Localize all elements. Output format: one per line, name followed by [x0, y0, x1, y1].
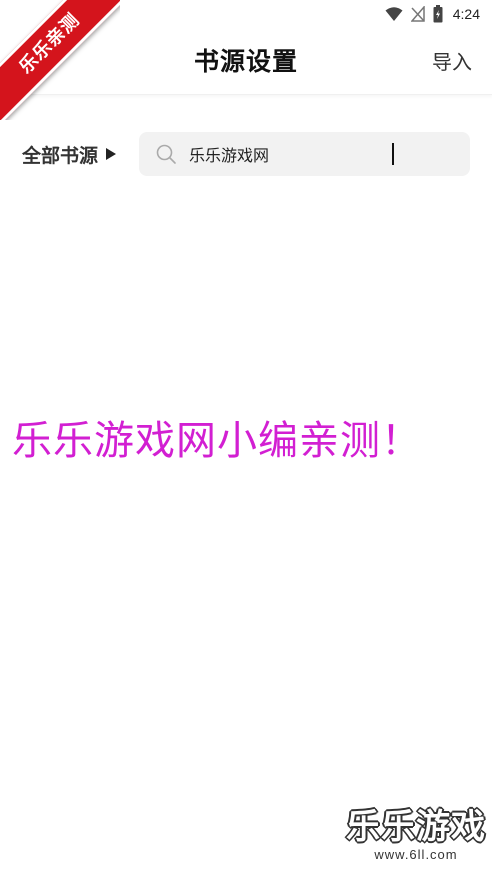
status-time: 4:24 [452, 6, 480, 22]
text-cursor [392, 143, 394, 165]
source-filter-label: 全部书源 [22, 144, 99, 167]
search-icon [156, 144, 176, 164]
brand-url: www.6ll.com [374, 847, 458, 862]
import-button[interactable]: 导入 [432, 46, 472, 75]
status-icons: 4:24 [385, 4, 480, 24]
triangle-right-icon [106, 148, 117, 160]
header: 书源设置 导入 [0, 28, 492, 95]
page-title: 书源设置 [193, 47, 298, 76]
wifi-icon [385, 6, 403, 22]
brand-watermark: 乐乐游戏 www.6ll.com [346, 807, 486, 862]
search-input[interactable] [187, 143, 451, 165]
search-box[interactable] [139, 132, 470, 176]
brand-title: 乐乐游戏 [346, 807, 486, 847]
filter-row: 全部书源 [0, 132, 492, 176]
battery-icon [433, 5, 443, 23]
page: 4:24 书源设置 导入 乐乐亲测 全部书源 乐乐游戏网小编亲测 [0, 0, 492, 874]
watermark-caption: 乐乐游戏网小编亲测！ [12, 418, 422, 464]
no-signal-icon [410, 6, 425, 22]
status-bar: 4:24 [0, 0, 492, 28]
source-filter-dropdown[interactable]: 全部书源 [22, 132, 117, 176]
